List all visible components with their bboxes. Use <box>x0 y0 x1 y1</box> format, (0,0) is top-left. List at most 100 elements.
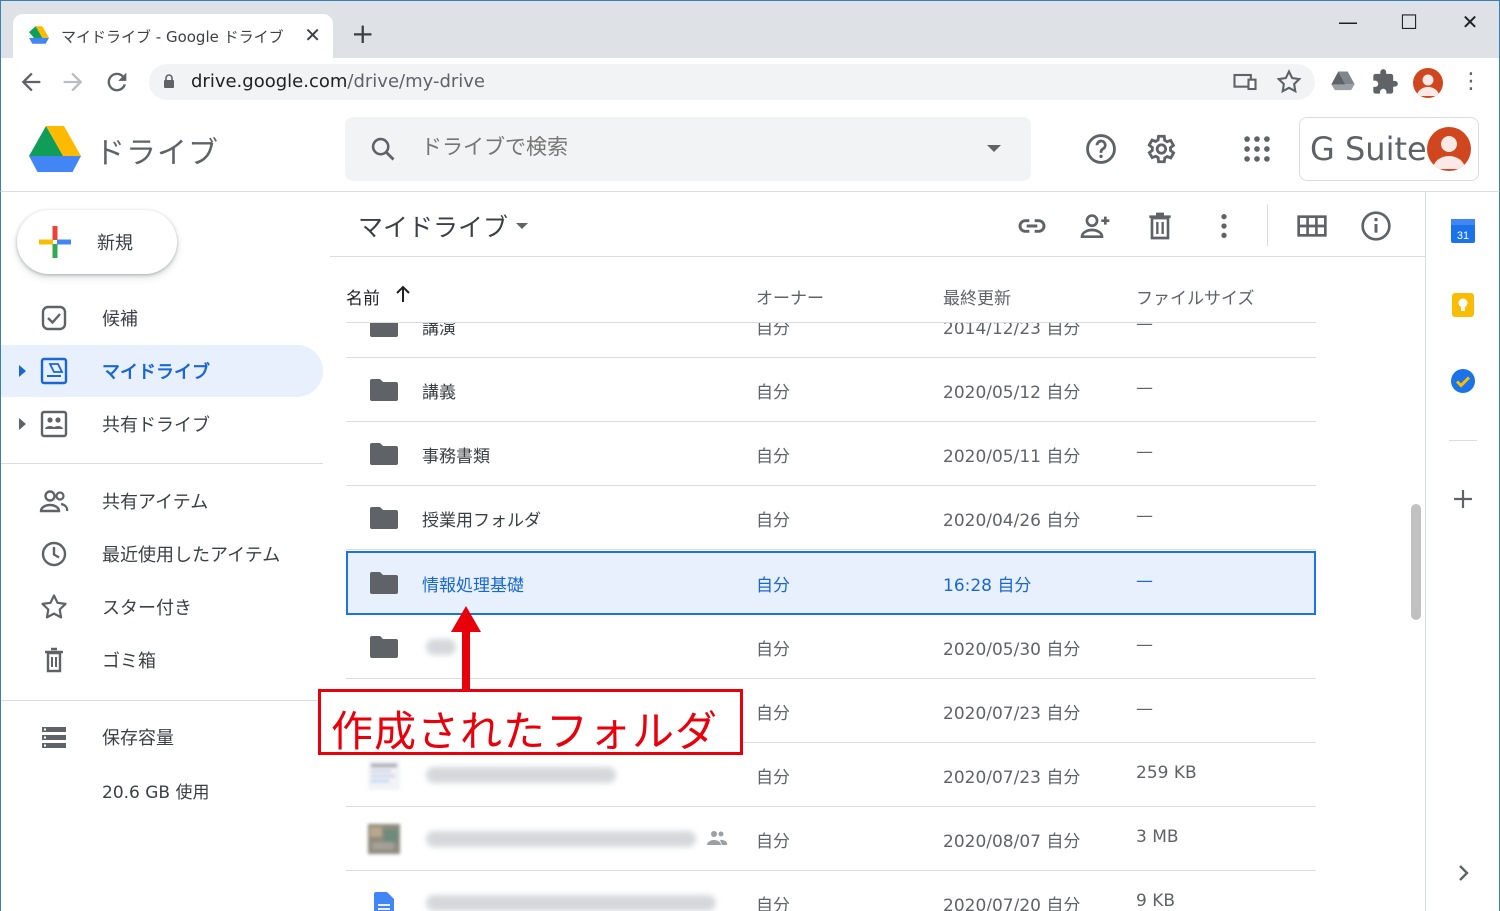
profile-avatar-icon[interactable] <box>1413 68 1443 98</box>
sidebar-item-shared-with-me[interactable]: 共有アイテム <box>1 475 323 527</box>
table-row[interactable]: 講義 自分 2020/05/12 自分 — <box>346 358 1316 422</box>
expand-arrow-icon[interactable] <box>19 365 26 377</box>
people-icon <box>39 490 69 513</box>
file-owner: 自分 <box>756 576 790 596</box>
new-tab-button[interactable]: + <box>351 19 374 49</box>
table-row[interactable]: 自分 2020/07/20 自分 9 KB <box>346 871 1316 911</box>
window-close-button[interactable]: ✕ <box>1455 9 1485 35</box>
search-options-caret-icon[interactable] <box>987 145 1001 152</box>
file-owner: 自分 <box>756 319 790 339</box>
file-size: — <box>1136 378 1153 398</box>
gsuite-account-button[interactable]: G Suite <box>1299 117 1479 181</box>
drive-header: ドライブ G Suite <box>0 106 1500 192</box>
sidebar-item-recent[interactable]: 最近使用したアイテム <box>1 528 323 580</box>
browser-menu-icon[interactable]: ⋮ <box>1457 68 1485 96</box>
keep-icon[interactable] <box>1450 292 1476 318</box>
file-size: 259 KB <box>1136 763 1197 783</box>
title-dropdown-caret-icon[interactable] <box>516 223 528 229</box>
sidebar-divider <box>1 700 323 701</box>
file-modified: 2020/04/26 自分 <box>943 511 1081 531</box>
file-owner: 自分 <box>756 896 790 911</box>
shared-drive-icon <box>40 410 68 438</box>
help-icon[interactable] <box>1084 132 1118 166</box>
column-header-size[interactable]: ファイルサイズ <box>1136 284 1255 309</box>
share-add-person-icon[interactable] <box>1080 210 1112 242</box>
browser-tab[interactable]: マイドライブ - Google ドライブ ✕ <box>13 14 333 59</box>
forward-arrow-icon[interactable] <box>59 68 87 96</box>
table-row[interactable]: 事務書類 自分 2020/05/11 自分 — <box>346 422 1316 486</box>
address-bar[interactable]: drive.google.com/drive/my-drive <box>149 64 1315 100</box>
table-row-selected[interactable]: 情報処理基礎 自分 16:28 自分 — <box>346 551 1316 615</box>
image-thumbnail-icon <box>368 760 400 790</box>
add-addon-plus-icon[interactable] <box>1450 486 1476 512</box>
apps-grid-icon[interactable] <box>1240 132 1274 166</box>
scrollbar-thumb[interactable] <box>1411 504 1421 620</box>
google-drive-logo-icon[interactable] <box>29 126 81 172</box>
reload-icon[interactable] <box>103 68 131 96</box>
window-minimize-button[interactable]: — <box>1333 9 1363 35</box>
gsuite-label: G Suite <box>1310 130 1427 168</box>
file-owner: 自分 <box>756 704 790 724</box>
folder-icon <box>370 572 398 594</box>
file-name: 講演 <box>422 319 456 339</box>
cast-icon[interactable] <box>1231 68 1259 96</box>
drive-extension-icon[interactable] <box>1329 68 1357 96</box>
sidebar-item-label: 候補 <box>102 309 138 330</box>
folder-icon <box>370 323 398 337</box>
table-row[interactable]: 自分 2020/08/07 自分 3 MB <box>346 807 1316 871</box>
delete-trash-icon[interactable] <box>1144 210 1176 242</box>
table-row[interactable]: 授業用フォルダ 自分 2020/04/26 自分 — <box>346 486 1316 550</box>
sidebar-item-suggested[interactable]: 候補 <box>1 292 323 344</box>
tab-close-icon[interactable]: ✕ <box>304 23 321 47</box>
extensions-puzzle-icon[interactable] <box>1371 68 1399 96</box>
person-silhouette-icon <box>1433 136 1465 169</box>
more-actions-icon[interactable] <box>1208 210 1240 242</box>
blurred-file-name <box>426 831 696 847</box>
settings-gear-icon[interactable] <box>1143 132 1177 166</box>
file-name: 講義 <box>422 383 456 403</box>
file-modified: 2020/07/23 自分 <box>943 704 1081 724</box>
file-owner: 自分 <box>756 640 790 660</box>
storage-icon <box>42 727 66 748</box>
expand-arrow-icon[interactable] <box>19 418 26 430</box>
sidebar-item-storage[interactable]: 保存容量 <box>1 711 323 763</box>
file-modified: 2020/05/30 自分 <box>943 640 1081 660</box>
account-avatar-icon[interactable] <box>1427 127 1471 171</box>
table-row[interactable]: 自分 2020/05/30 自分 — <box>346 615 1316 679</box>
back-arrow-icon[interactable] <box>17 68 45 96</box>
sidebar-item-my-drive[interactable]: マイドライブ <box>1 345 323 397</box>
sidebar-item-starred[interactable]: スター付き <box>1 581 323 633</box>
new-button[interactable]: 新規 <box>17 210 177 274</box>
chevron-right-icon[interactable] <box>1450 860 1476 886</box>
page-title[interactable]: マイドライブ <box>358 208 508 244</box>
trash-icon <box>45 647 63 673</box>
file-modified: 2014/12/23 自分 <box>943 319 1081 339</box>
calendar-icon[interactable]: 31 <box>1450 218 1476 244</box>
column-header-name[interactable]: 名前 <box>346 284 380 309</box>
tasks-icon[interactable] <box>1450 368 1476 394</box>
file-owner: 自分 <box>756 511 790 531</box>
file-owner: 自分 <box>756 447 790 467</box>
search-bar[interactable] <box>345 117 1031 181</box>
file-modified: 16:28 自分 <box>943 576 1032 596</box>
sidebar-item-shared-drives[interactable]: 共有ドライブ <box>1 398 323 450</box>
file-size: — <box>1136 699 1153 719</box>
get-link-icon[interactable] <box>1016 210 1048 242</box>
sidebar-item-trash[interactable]: ゴミ箱 <box>1 634 323 686</box>
bookmark-star-icon[interactable] <box>1275 68 1303 96</box>
window-maximize-button[interactable]: ☐ <box>1394 9 1424 35</box>
column-header-owner[interactable]: オーナー <box>756 284 824 309</box>
column-header-modified[interactable]: 最終更新 <box>943 284 1011 309</box>
grid-view-icon[interactable] <box>1296 210 1328 242</box>
new-button-label: 新規 <box>97 233 133 254</box>
sort-ascending-arrow-icon[interactable] <box>394 284 412 304</box>
search-input[interactable] <box>421 135 961 159</box>
search-icon[interactable] <box>369 135 397 163</box>
annotation-label: 作成されたフォルダ <box>331 707 719 756</box>
info-icon[interactable] <box>1360 210 1392 242</box>
header-separator <box>330 256 1425 257</box>
sidebar-item-label: ゴミ箱 <box>102 651 156 672</box>
file-modified: 2020/05/12 自分 <box>943 383 1081 403</box>
sidebar-divider <box>1 463 323 464</box>
sidebar: 新規 候補 マイドライブ 共有ドライブ 共有アイテム 最近使用したアイテム スタ… <box>0 192 330 911</box>
